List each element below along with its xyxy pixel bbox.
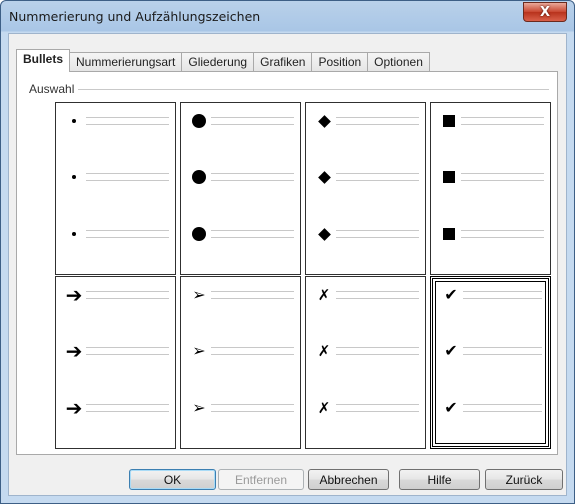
bullet-style-small-dot[interactable]: [55, 102, 176, 275]
preview-line: ➢: [187, 341, 294, 361]
x-mark-icon: ✗: [317, 286, 331, 304]
arrowhead-icon: ➢: [192, 398, 206, 417]
preview-line: [187, 111, 294, 131]
diamond-icon: [317, 170, 331, 184]
preview-line: ➔: [62, 341, 169, 361]
tab-numbering-type[interactable]: Nummerierungsart: [69, 52, 183, 72]
group-separator: [29, 89, 549, 90]
bullet-style-check-mark[interactable]: ✔ ✔ ✔: [430, 276, 551, 449]
large-dot-icon: [192, 114, 206, 128]
preview-line: [312, 224, 419, 244]
ok-button[interactable]: OK: [129, 469, 216, 490]
close-icon: X: [539, 4, 551, 20]
tab-outline[interactable]: Gliederung: [181, 52, 255, 72]
preview-line: [437, 111, 544, 131]
cancel-button[interactable]: Abbrechen: [308, 469, 389, 490]
preview-line: [437, 167, 544, 187]
square-icon: [443, 115, 455, 127]
bullet-style-diamond[interactable]: [305, 102, 426, 275]
arrowhead-icon: ➢: [192, 285, 206, 304]
tab-options[interactable]: Optionen: [367, 52, 430, 72]
title-bar[interactable]: Nummerierung und Aufzählungszeichen X: [1, 1, 574, 33]
check-mark-icon: ✔: [444, 285, 458, 304]
preview-line: [312, 167, 419, 187]
remove-button[interactable]: Entfernen: [218, 469, 304, 490]
preview-line: ➢: [187, 398, 294, 418]
arrow-icon: ➔: [65, 396, 83, 420]
preview-line: [187, 167, 294, 187]
preview-line: ✗: [312, 285, 419, 305]
preview-line: [437, 224, 544, 244]
bullet-style-arrowhead[interactable]: ➢ ➢ ➢: [180, 276, 301, 449]
preview-line: ✔: [439, 398, 542, 418]
tab-bar: Bullets Nummerierungsart Gliederung Graf…: [16, 49, 430, 72]
small-dot-icon: [72, 175, 76, 179]
large-dot-icon: [192, 227, 206, 241]
arrowhead-icon: ➢: [192, 341, 206, 360]
check-mark-icon: ✔: [444, 398, 458, 417]
selection-group-label: Auswahl: [29, 82, 79, 96]
small-dot-icon: [72, 232, 76, 236]
tab-bullets[interactable]: Bullets: [16, 49, 71, 72]
small-dot-icon: [72, 119, 76, 123]
preview-line: ➢: [187, 285, 294, 305]
preview-line: [62, 224, 169, 244]
tab-position[interactable]: Position: [311, 52, 369, 72]
diamond-icon: [317, 114, 331, 128]
check-mark-icon: ✔: [444, 341, 458, 360]
preview-line: [187, 224, 294, 244]
preview-line: [62, 111, 169, 131]
bullet-style-large-dot[interactable]: [180, 102, 301, 275]
preview-line: ✔: [439, 341, 542, 361]
square-icon: [443, 228, 455, 240]
bullet-style-arrow[interactable]: ➔ ➔ ➔: [55, 276, 176, 449]
bullet-style-x-mark[interactable]: ✗ ✗ ✗: [305, 276, 426, 449]
x-mark-icon: ✗: [317, 399, 331, 417]
square-icon: [443, 171, 455, 183]
diamond-icon: [317, 227, 331, 241]
preview-line: ✔: [439, 285, 542, 305]
preview-line: ✗: [312, 398, 419, 418]
large-dot-icon: [192, 170, 206, 184]
close-button[interactable]: X: [523, 2, 567, 22]
preview-line: ➔: [62, 398, 169, 418]
preview-line: ➔: [62, 285, 169, 305]
preview-line: ✗: [312, 341, 419, 361]
help-button[interactable]: Hilfe: [399, 469, 480, 490]
dialog-window: Nummerierung und Aufzählungszeichen X Bu…: [0, 0, 575, 504]
bullet-style-square[interactable]: [430, 102, 551, 275]
reset-button[interactable]: Zurück: [485, 469, 563, 490]
preview-line: [62, 167, 169, 187]
window-title: Nummerierung und Aufzählungszeichen: [9, 9, 261, 24]
arrow-icon: ➔: [65, 283, 83, 307]
x-mark-icon: ✗: [317, 342, 331, 360]
tab-graphics[interactable]: Grafiken: [253, 52, 313, 72]
dialog-body: Bullets Nummerierungsart Gliederung Graf…: [8, 33, 567, 496]
arrow-icon: ➔: [65, 339, 83, 363]
bullets-panel: Auswahl ➔ ➔ ➔ ➢ ➢ ➢ ✗ ✗ ✗ ✔ ✔ ✔: [16, 71, 558, 455]
preview-line: [312, 111, 419, 131]
